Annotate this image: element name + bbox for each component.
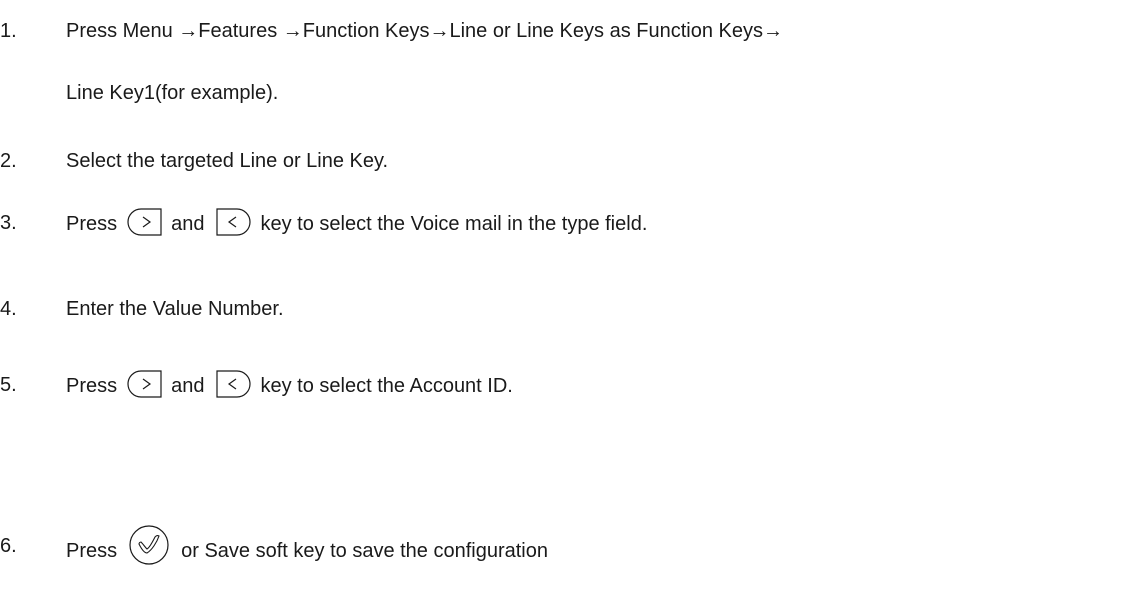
step-text: Press Menu →Features →Function Keys→Line… — [66, 20, 783, 42]
step-content: Press and key to select the Account ID. — [66, 369, 513, 399]
step-text: Press — [66, 375, 118, 397]
step-text: key to select the Voice mail in the type… — [260, 213, 648, 235]
ok-check-key-icon — [127, 524, 171, 568]
step-text: Line Key1(for example). — [66, 82, 279, 104]
step-text: Enter the Value Number. — [66, 298, 284, 320]
step-content: Press and key to select the Voice mail i… — [66, 207, 647, 237]
right-arrow-key-icon — [127, 207, 163, 237]
step-text: Press — [66, 213, 118, 235]
step-number: 6. — [0, 535, 17, 557]
step-number: 5. — [0, 374, 17, 396]
step-content: Press or Save soft key to save the confi… — [66, 524, 548, 568]
step-text: key to select the Account ID. — [260, 375, 513, 397]
right-arrow-key-icon — [127, 369, 163, 399]
left-arrow-key-icon — [215, 369, 251, 399]
step-number: 1. — [0, 20, 17, 42]
step-number: 4. — [0, 298, 17, 320]
step-text: and — [171, 375, 205, 397]
step-text: Press — [66, 540, 118, 562]
step-text: Select the targeted Line or Line Key. — [66, 150, 389, 172]
step-number: 3. — [0, 212, 17, 234]
step-number: 2. — [0, 150, 17, 172]
step-text: and — [171, 213, 205, 235]
left-arrow-key-icon — [215, 207, 251, 237]
step-text: or Save soft key to save the configurati… — [181, 540, 548, 562]
